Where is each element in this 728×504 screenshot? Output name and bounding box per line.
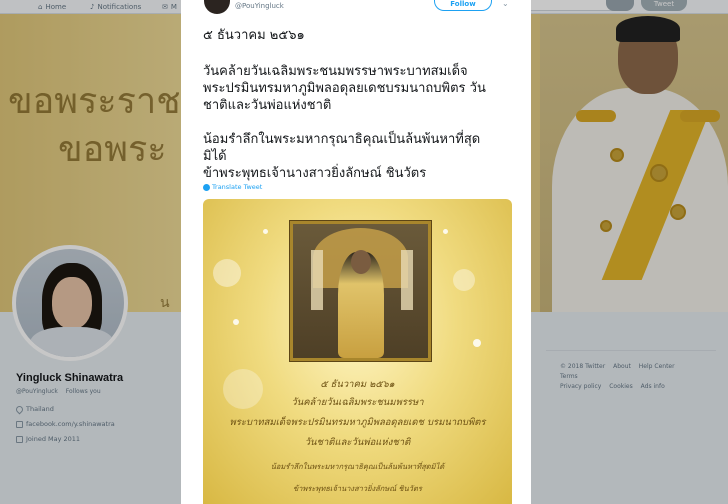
card-text-line: วันคล้ายวันเฉลิมพระชนมพรรษา	[291, 397, 424, 408]
tweet-text-line: ข้าพระพุทธเจ้านางสาวยิ่งลักษณ์ ชินวัตร	[203, 166, 427, 181]
tweet-author-handle[interactable]: @PouYingluck	[235, 2, 284, 10]
tweet-text-line: ชาติและวันพ่อแห่งชาติ	[203, 98, 332, 113]
tweet-image[interactable]: ๕ ธันวาคม ๒๕๖๑ วันคล้ายวันเฉลิมพระชนมพรร…	[203, 199, 512, 504]
follow-button[interactable]: Follow	[434, 0, 492, 11]
tweet-text-line: น้อมรำลึกในพระมหากรุณาธิคุณเป็นล้นพ้นหาท…	[203, 132, 481, 147]
card-date: ๕ ธันวาคม ๒๕๖๑	[320, 379, 395, 390]
card-text-line: ข้าพระพุทธเจ้านางสาวยิ่งลักษณ์ ชินวัตร	[293, 484, 422, 493]
card-text-line: น้อมรำลึกในพระมหากรุณาธิคุณเป็นล้นพ้นหาท…	[270, 462, 445, 471]
card-text-line: พระบาทสมเด็จพระปรมินทรมหาภูมิพลอดุลยเดช …	[229, 417, 486, 428]
chevron-down-icon[interactable]: ⌄	[502, 0, 509, 8]
tweet-date-line: ๕ ธันวาคม ๒๕๖๑	[203, 28, 305, 43]
card-text-line: วันชาติและวันพ่อแห่งชาติ	[304, 437, 411, 448]
tweet-modal: @PouYingluck Follow ⌄ ๕ ธันวาคม ๒๕๖๑ วัน…	[181, 0, 531, 504]
royal-portrait	[290, 221, 431, 361]
tweet-author-avatar[interactable]	[204, 0, 230, 14]
translate-tweet-label[interactable]: Translate Tweet	[212, 183, 262, 191]
translate-tweet-link[interactable]: Translate Tweet	[203, 183, 262, 191]
globe-icon	[203, 183, 210, 191]
